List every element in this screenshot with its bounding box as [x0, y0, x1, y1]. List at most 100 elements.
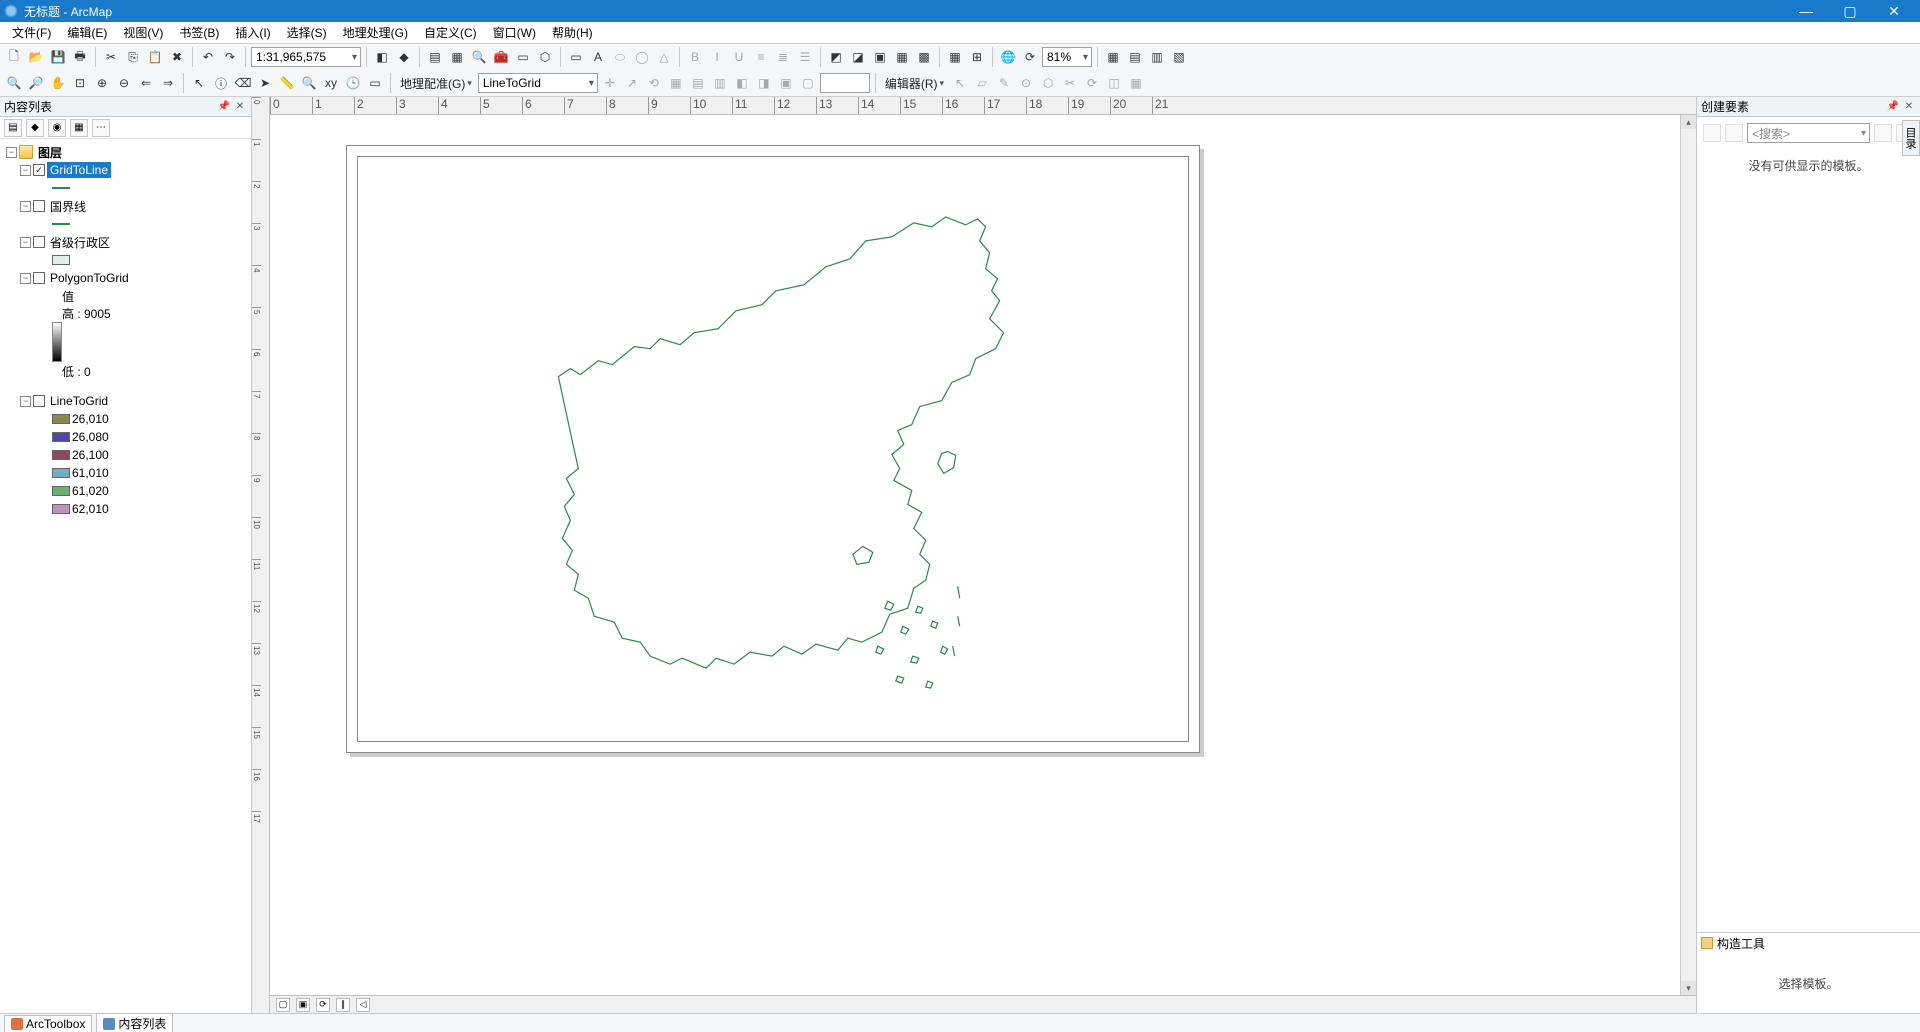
pointer-icon[interactable]: ➤ — [255, 73, 275, 93]
search-icon[interactable]: 🔍 — [469, 47, 489, 67]
search-go-icon[interactable] — [1874, 124, 1892, 142]
layer-row[interactable]: − 国界线 — [2, 197, 249, 215]
fixed-zoom-out-icon[interactable]: ⊖ — [114, 73, 134, 93]
edit-tool-icon[interactable]: ▱ — [972, 73, 992, 93]
layer-symbol[interactable] — [2, 179, 249, 197]
globe-icon[interactable]: 🌐 — [998, 47, 1018, 67]
layer-checkbox[interactable] — [33, 236, 45, 248]
data-view-icon[interactable]: ▢ — [276, 998, 290, 1012]
georef-tool-icon[interactable]: ⟲ — [644, 73, 664, 93]
georef-tool-icon[interactable]: ✛ — [600, 73, 620, 93]
grid-icon[interactable]: ⊞ — [967, 47, 987, 67]
undo-icon[interactable]: ↶ — [198, 47, 218, 67]
effect-icon[interactable]: ▦ — [892, 47, 912, 67]
georef-rotation-input[interactable] — [820, 73, 870, 93]
effect-icon[interactable]: ◪ — [848, 47, 868, 67]
menu-file[interactable]: 文件(F) — [4, 22, 59, 43]
layer-checkbox[interactable] — [33, 272, 45, 284]
class-row[interactable]: 62,010 — [2, 500, 249, 518]
toc-tree[interactable]: − 图层 − GridToLine − 国界线 — [0, 139, 251, 1013]
menu-view[interactable]: 视图(V) — [115, 22, 171, 43]
edit-tool-icon[interactable]: ↖ — [950, 73, 970, 93]
layer-label[interactable]: PolygonToGrid — [47, 270, 132, 286]
grid-icon[interactable]: ▦ — [945, 47, 965, 67]
edit-tool-icon[interactable]: ✂ — [1060, 73, 1080, 93]
effect-icon[interactable]: ◩ — [826, 47, 846, 67]
minimize-button[interactable]: — — [1784, 0, 1828, 22]
layer-checkbox[interactable] — [33, 395, 45, 407]
edit-tool-icon[interactable]: ▦ — [1126, 73, 1146, 93]
find-icon[interactable]: 🔍 — [299, 73, 319, 93]
editor-toolbar-icon[interactable]: ◧ — [372, 47, 392, 67]
menu-customize[interactable]: 自定义(C) — [416, 22, 485, 43]
effect-icon[interactable]: ▩ — [914, 47, 934, 67]
align-icon[interactable]: ☰ — [795, 47, 815, 67]
zoom-out-icon[interactable]: 🔎 — [26, 73, 46, 93]
catalog-icon[interactable]: ▦ — [447, 47, 467, 67]
paste-icon[interactable]: 📋 — [145, 47, 165, 67]
table-icon[interactable]: ▧ — [1169, 47, 1189, 67]
options-icon[interactable]: ⋯ — [92, 119, 110, 137]
tree-root[interactable]: − 图层 — [2, 143, 249, 161]
menu-help[interactable]: 帮助(H) — [544, 22, 601, 43]
layer-row[interactable]: − 省级行政区 — [2, 233, 249, 251]
georef-layer-combo[interactable]: LineToGrid — [478, 73, 598, 93]
new-icon[interactable]: 🗋 — [4, 47, 24, 67]
layer-label[interactable]: 国界线 — [47, 197, 89, 216]
scale-combo[interactable]: 1:31,965,575 — [251, 47, 361, 67]
font-italic-icon[interactable]: I — [707, 47, 727, 67]
map-viewport[interactable]: 0123456789101112131415161718192021 — [270, 97, 1696, 1013]
prev-icon[interactable]: ◁ — [356, 998, 370, 1012]
close-icon[interactable]: ✕ — [1902, 100, 1916, 114]
tab-toc[interactable]: 内容列表 — [96, 1013, 173, 1032]
georef-tool-icon[interactable]: ◧ — [732, 73, 752, 93]
edit-tool-icon[interactable]: ⟳ — [1082, 73, 1102, 93]
template-search[interactable]: <搜索> — [1747, 123, 1870, 143]
list-by-drawing-icon[interactable]: ▤ — [4, 119, 22, 137]
print-icon[interactable]: 🖶 — [70, 47, 90, 67]
layout-page[interactable] — [346, 145, 1200, 753]
cut-icon[interactable]: ✂ — [101, 47, 121, 67]
table-icon[interactable]: ▤ — [1125, 47, 1145, 67]
xy-icon[interactable]: xy — [321, 73, 341, 93]
class-row[interactable]: 26,080 — [2, 428, 249, 446]
dataframe-label[interactable]: 图层 — [35, 143, 65, 162]
georef-tool-icon[interactable]: ▢ — [798, 73, 818, 93]
pin-icon[interactable]: 📌 — [1886, 100, 1900, 114]
collapse-icon[interactable]: − — [6, 147, 17, 158]
georef-tool-icon[interactable]: ▥ — [710, 73, 730, 93]
georef-tool-icon[interactable]: ◨ — [754, 73, 774, 93]
draw-rect-icon[interactable]: ▭ — [566, 47, 586, 67]
select-icon[interactable]: ↖ — [189, 73, 209, 93]
redo-icon[interactable]: ↷ — [220, 47, 240, 67]
georef-tool-icon[interactable]: ▣ — [776, 73, 796, 93]
layer-checkbox[interactable] — [33, 200, 45, 212]
georef-tool-icon[interactable]: ▦ — [666, 73, 686, 93]
measure-icon[interactable]: 📏 — [277, 73, 297, 93]
layer-symbol[interactable] — [2, 215, 249, 233]
fixed-zoom-in-icon[interactable]: ⊕ — [92, 73, 112, 93]
maximize-button[interactable]: ▢ — [1828, 0, 1872, 22]
back-extent-icon[interactable]: ⇐ — [136, 73, 156, 93]
layer-symbol[interactable] — [2, 251, 249, 269]
menu-insert[interactable]: 插入(I) — [227, 22, 278, 43]
georef-tool-icon[interactable]: ▤ — [688, 73, 708, 93]
edit-tool-icon[interactable]: ◫ — [1104, 73, 1124, 93]
python-icon[interactable]: ▭ — [513, 47, 533, 67]
font-underline-icon[interactable]: U — [729, 47, 749, 67]
align-icon[interactable]: ≡ — [751, 47, 771, 67]
map-frame[interactable] — [357, 156, 1189, 742]
layer-row[interactable]: − GridToLine — [2, 161, 249, 179]
layer-label[interactable]: GridToLine — [47, 162, 111, 178]
forward-extent-icon[interactable]: ⇒ — [158, 73, 178, 93]
pin-icon[interactable]: 📌 — [217, 100, 231, 114]
layer-checkbox[interactable] — [33, 164, 45, 176]
full-extent-icon[interactable]: ⊡ — [70, 73, 90, 93]
catalog-side-tab[interactable]: 目录 — [1902, 120, 1920, 156]
modelbuilder-icon[interactable]: ⬡ — [535, 47, 555, 67]
layer-label[interactable]: 省级行政区 — [47, 233, 113, 252]
organize-icon[interactable] — [1725, 124, 1743, 142]
tab-arctoolbox[interactable]: ArcToolbox — [4, 1015, 92, 1032]
close-button[interactable]: ✕ — [1872, 0, 1916, 22]
layer-row[interactable]: − PolygonToGrid — [2, 269, 249, 287]
